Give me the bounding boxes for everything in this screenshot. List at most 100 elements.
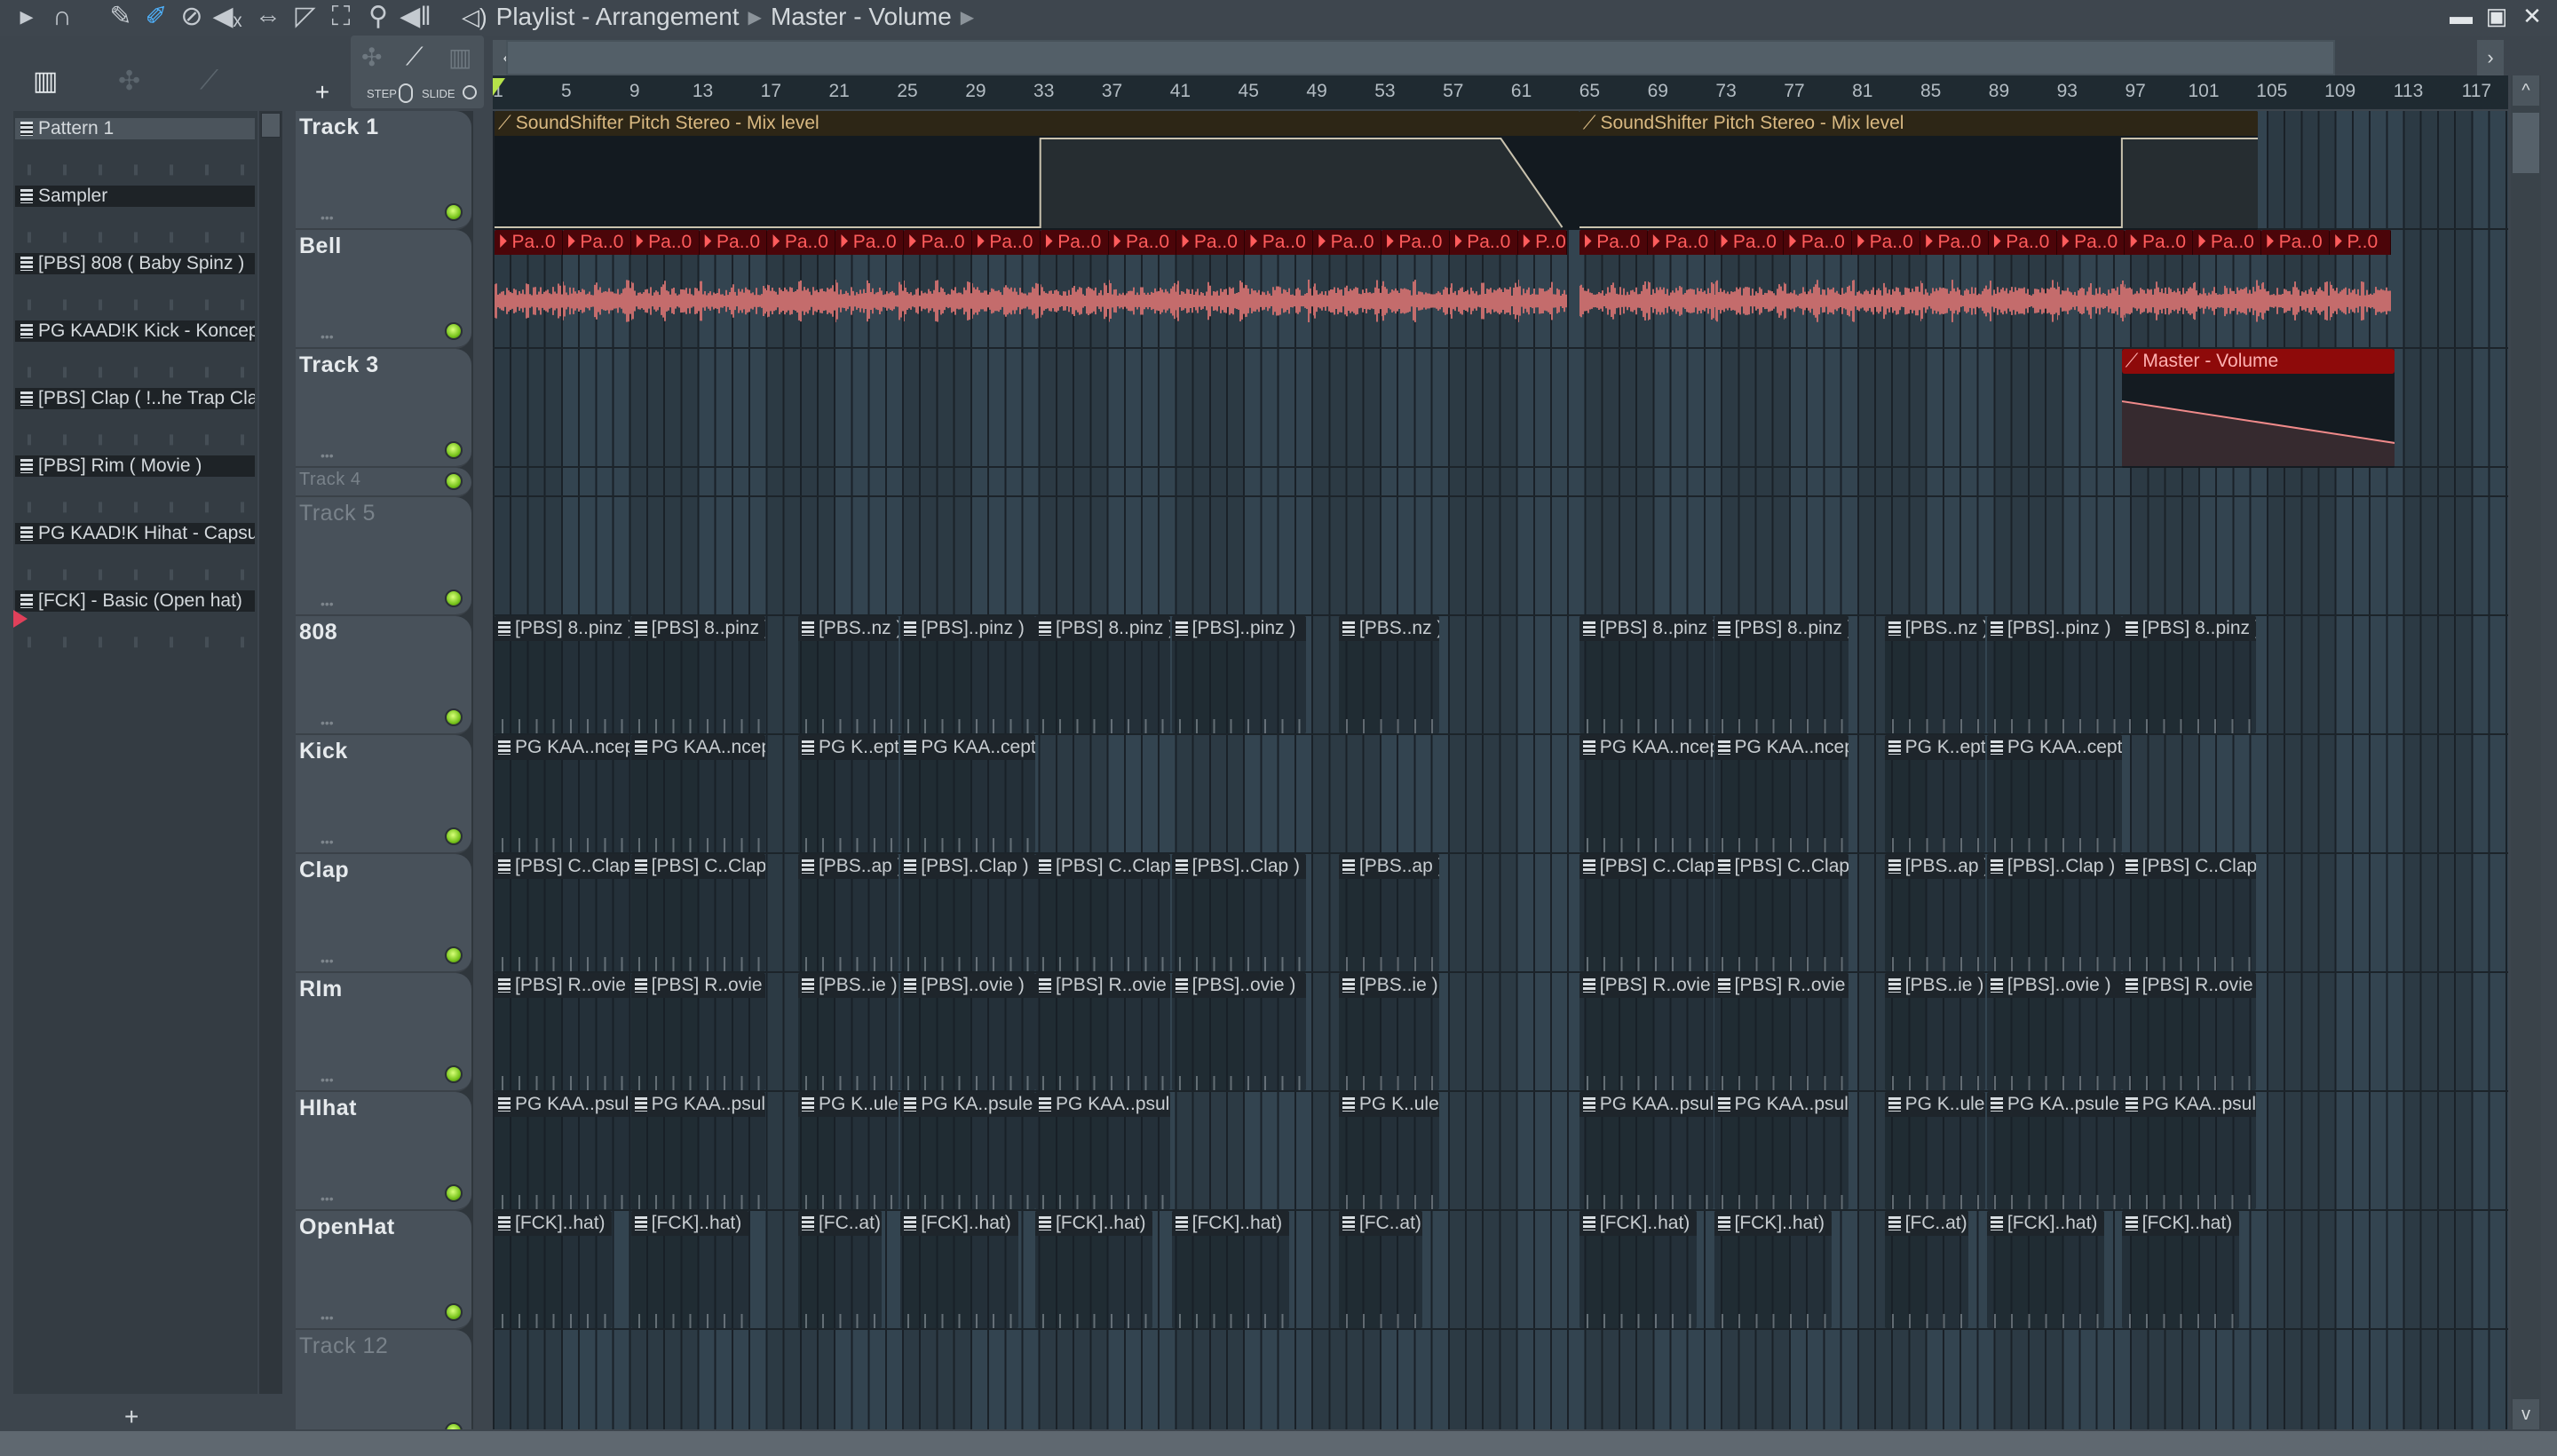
mute-speaker-icon[interactable]: ◀ₓ bbox=[211, 2, 243, 32]
clip-header[interactable]: [PBS]..Clap ) bbox=[1171, 854, 1307, 879]
clip-header[interactable]: [PBS] C..Clap ) bbox=[495, 854, 629, 879]
picker-item[interactable]: PG KAAD!K Hihat - Capsule bbox=[13, 523, 257, 590]
pattern-clip[interactable]: [PBS]..Clap ) bbox=[1986, 854, 2122, 971]
audio-clip[interactable]: ⏵ Pa..0 bbox=[1381, 230, 1450, 349]
pattern-clip[interactable]: [PBS]..Clap ) bbox=[900, 854, 1035, 971]
clip-header[interactable]: [FCK]..hat) bbox=[2121, 1211, 2240, 1236]
scroll-down-button[interactable]: v bbox=[2513, 1399, 2539, 1429]
clip-header[interactable]: PG KAA..cept bbox=[900, 735, 1035, 760]
clip-header[interactable]: ⏵ Pa..0 bbox=[1108, 230, 1177, 255]
picker-item-header[interactable]: [FCK] - Basic (Open hat) bbox=[15, 590, 255, 612]
audio-clip[interactable]: ⏵ Pa..0 bbox=[2125, 230, 2194, 349]
pattern-clip[interactable]: PG KAA..psule bbox=[1034, 1092, 1170, 1209]
pattern-clip[interactable]: PG KAA..cept bbox=[900, 735, 1035, 852]
pattern-clip[interactable]: [FCK]..hat) bbox=[1986, 1211, 2105, 1328]
clip-header[interactable]: [PBS]..Clap ) bbox=[1986, 854, 2122, 879]
scroll-right-button[interactable]: › bbox=[2477, 40, 2504, 75]
clip-header[interactable]: ⏵ Pa..0 bbox=[699, 230, 768, 255]
audio-clip[interactable]: ⏵ Pa..0 bbox=[699, 230, 768, 349]
clip-header[interactable]: [PBS]..pinz ) bbox=[900, 616, 1035, 641]
automation-clip[interactable]: ⟋ SoundShifter Pitch Stereo - Mix level bbox=[1579, 111, 2259, 230]
clip-header[interactable]: [FC..at) bbox=[1884, 1211, 1968, 1236]
clip-header[interactable]: PG KAA..ncept bbox=[1579, 735, 1714, 760]
track-name[interactable]: OpenHat bbox=[299, 1215, 395, 1240]
audio-clip[interactable]: ⏵ Pa..0 bbox=[904, 230, 972, 349]
pattern-clip[interactable]: [PBS] C..Clap ) bbox=[495, 854, 629, 971]
pattern-clip[interactable]: [PBS..ie ) bbox=[1338, 973, 1440, 1090]
audio-clip[interactable]: ⏵ Pa..0 bbox=[1852, 230, 1920, 349]
picker-item[interactable]: [FCK] - Basic (Open hat) bbox=[13, 590, 257, 658]
picker-item-header[interactable]: PG KAAD!K Hihat - Capsule bbox=[15, 523, 255, 544]
picker-item[interactable]: [PBS] Clap ( !..he Trap Clap ) bbox=[13, 388, 257, 455]
picker-scrollbar[interactable] bbox=[259, 111, 282, 1394]
track-header[interactable]: Track 12••• bbox=[296, 1330, 471, 1429]
picker-item[interactable]: Sampler bbox=[13, 186, 257, 253]
track-header[interactable]: Track 1 ••• bbox=[296, 111, 471, 230]
pattern-clip[interactable]: [PBS]..ovie ) bbox=[900, 973, 1035, 1090]
clip-header[interactable]: [FCK]..hat) bbox=[1714, 1211, 1832, 1236]
pattern-clip[interactable]: [PBS] C..Clap ) bbox=[1579, 854, 1714, 971]
audio-clip[interactable]: ⏵ Pa..0 bbox=[1784, 230, 1853, 349]
clip-header[interactable]: [PBS] 8..pinz ) bbox=[630, 616, 766, 641]
automation-curve[interactable] bbox=[2121, 376, 2395, 468]
automation-curve[interactable] bbox=[495, 138, 1579, 230]
pattern-clip[interactable]: PG K..ule bbox=[1884, 1092, 1985, 1209]
track-enable-led[interactable] bbox=[445, 1303, 463, 1321]
clip-header[interactable]: ⏵ Pa..0 bbox=[2056, 230, 2126, 255]
track-name[interactable]: Kick bbox=[299, 739, 348, 764]
pattern-clip[interactable]: [PBS] C..Clap ) bbox=[2121, 854, 2257, 971]
automation-curve[interactable] bbox=[1579, 138, 2259, 230]
clip-header[interactable]: ⏵ P..0 bbox=[2329, 230, 2392, 255]
clip-header[interactable]: [PBS] 8..pinz ) bbox=[1034, 616, 1170, 641]
pattern-clip[interactable]: [PBS..ap ) bbox=[1884, 854, 1985, 971]
track-name[interactable]: RIm bbox=[299, 977, 343, 1002]
pattern-clip[interactable]: [PBS] C..Clap ) bbox=[1034, 854, 1170, 971]
clip-header[interactable]: [PBS]..ovie ) bbox=[900, 973, 1035, 998]
clip-header[interactable]: PG KA..psule bbox=[900, 1092, 1035, 1117]
clip-header[interactable]: [PBS..ap ) bbox=[1338, 854, 1440, 879]
pattern-clip[interactable]: [FCK]..hat) bbox=[495, 1211, 613, 1328]
clip-header[interactable]: ⏵ P..0 bbox=[1517, 230, 1568, 255]
clip-header[interactable]: ⏵ Pa..0 bbox=[1715, 230, 1785, 255]
pattern-clip[interactable]: PG K..ule bbox=[1338, 1092, 1440, 1209]
pattern-clip[interactable]: PG KA..psule bbox=[1986, 1092, 2122, 1209]
clip-header[interactable]: [PBS]..Clap ) bbox=[900, 854, 1035, 879]
automation-icon[interactable]: ⟋ bbox=[200, 66, 218, 96]
clip-header[interactable]: [PBS] 8..pinz ) bbox=[1714, 616, 1849, 641]
picker-item-header[interactable]: PG KAAD!K Kick - Koncept bbox=[15, 320, 255, 342]
clip-header[interactable]: ⟋ Master - Volume bbox=[2121, 349, 2395, 374]
picker-item-header[interactable]: [PBS] Clap ( !..he Trap Clap ) bbox=[15, 388, 255, 409]
automation-clip-icon[interactable]: ⟋ bbox=[406, 43, 424, 72]
pattern-clip[interactable]: [PBS] R..ovie ) bbox=[1579, 973, 1714, 1090]
clip-header[interactable]: PG KAA..psule bbox=[2121, 1092, 2257, 1117]
audio-clip[interactable]: ⏵ Pa..0 bbox=[971, 230, 1041, 349]
pattern-clip[interactable]: [PBS]..ovie ) bbox=[1171, 973, 1307, 1090]
overview-scrollbar[interactable] bbox=[506, 40, 2335, 75]
clip-header[interactable]: [PBS..ap ) bbox=[797, 854, 899, 879]
track-header[interactable]: 808 ••• bbox=[296, 616, 471, 735]
slice-icon[interactable]: ◸ bbox=[289, 2, 321, 32]
clip-header[interactable]: [PBS..ie ) bbox=[1338, 973, 1440, 998]
track-header[interactable]: Kick ••• bbox=[296, 735, 471, 854]
pattern-clip[interactable]: [PBS] R..ovie ) bbox=[495, 973, 629, 1090]
audio-clip[interactable]: ⏵ Pa..0 bbox=[767, 230, 836, 349]
maximize-button[interactable]: ▣ bbox=[2481, 0, 2513, 32]
clip-header[interactable]: PG KA..psule bbox=[1986, 1092, 2122, 1117]
pattern-clip[interactable]: [PBS] R..ovie ) bbox=[1034, 973, 1170, 1090]
audio-clip[interactable]: ⏵ Pa..0 bbox=[1449, 230, 1518, 349]
clip-header[interactable]: ⟋ SoundShifter Pitch Stereo - Mix level bbox=[495, 111, 1579, 136]
track-name[interactable]: Clap bbox=[299, 858, 349, 883]
audio-clip[interactable]: ⏵ Pa..0 bbox=[1920, 230, 1989, 349]
clip-header[interactable]: ⏵ Pa..0 bbox=[835, 230, 905, 255]
audio-clip[interactable]: ⏵ Pa..0 bbox=[1579, 230, 1648, 349]
clip-header[interactable]: PG KAA..ncept bbox=[495, 735, 629, 760]
clip-header[interactable]: ⏵ Pa..0 bbox=[1579, 230, 1648, 255]
clip-header[interactable]: ⏵ Pa..0 bbox=[971, 230, 1041, 255]
track-header[interactable]: OpenHat ••• bbox=[296, 1211, 471, 1330]
menu-arrow-icon[interactable]: ▸ bbox=[11, 2, 43, 32]
pattern-clip[interactable]: [PBS..nz ) bbox=[1338, 616, 1440, 733]
pattern-clip[interactable]: [PBS] C..Clap ) bbox=[1714, 854, 1849, 971]
pattern-clip[interactable]: [PBS]..Clap ) bbox=[1171, 854, 1307, 971]
pattern-clip[interactable]: [PBS] 8..pinz ) bbox=[2121, 616, 2257, 733]
clip-header[interactable]: [PBS] R..ovie ) bbox=[495, 973, 629, 998]
